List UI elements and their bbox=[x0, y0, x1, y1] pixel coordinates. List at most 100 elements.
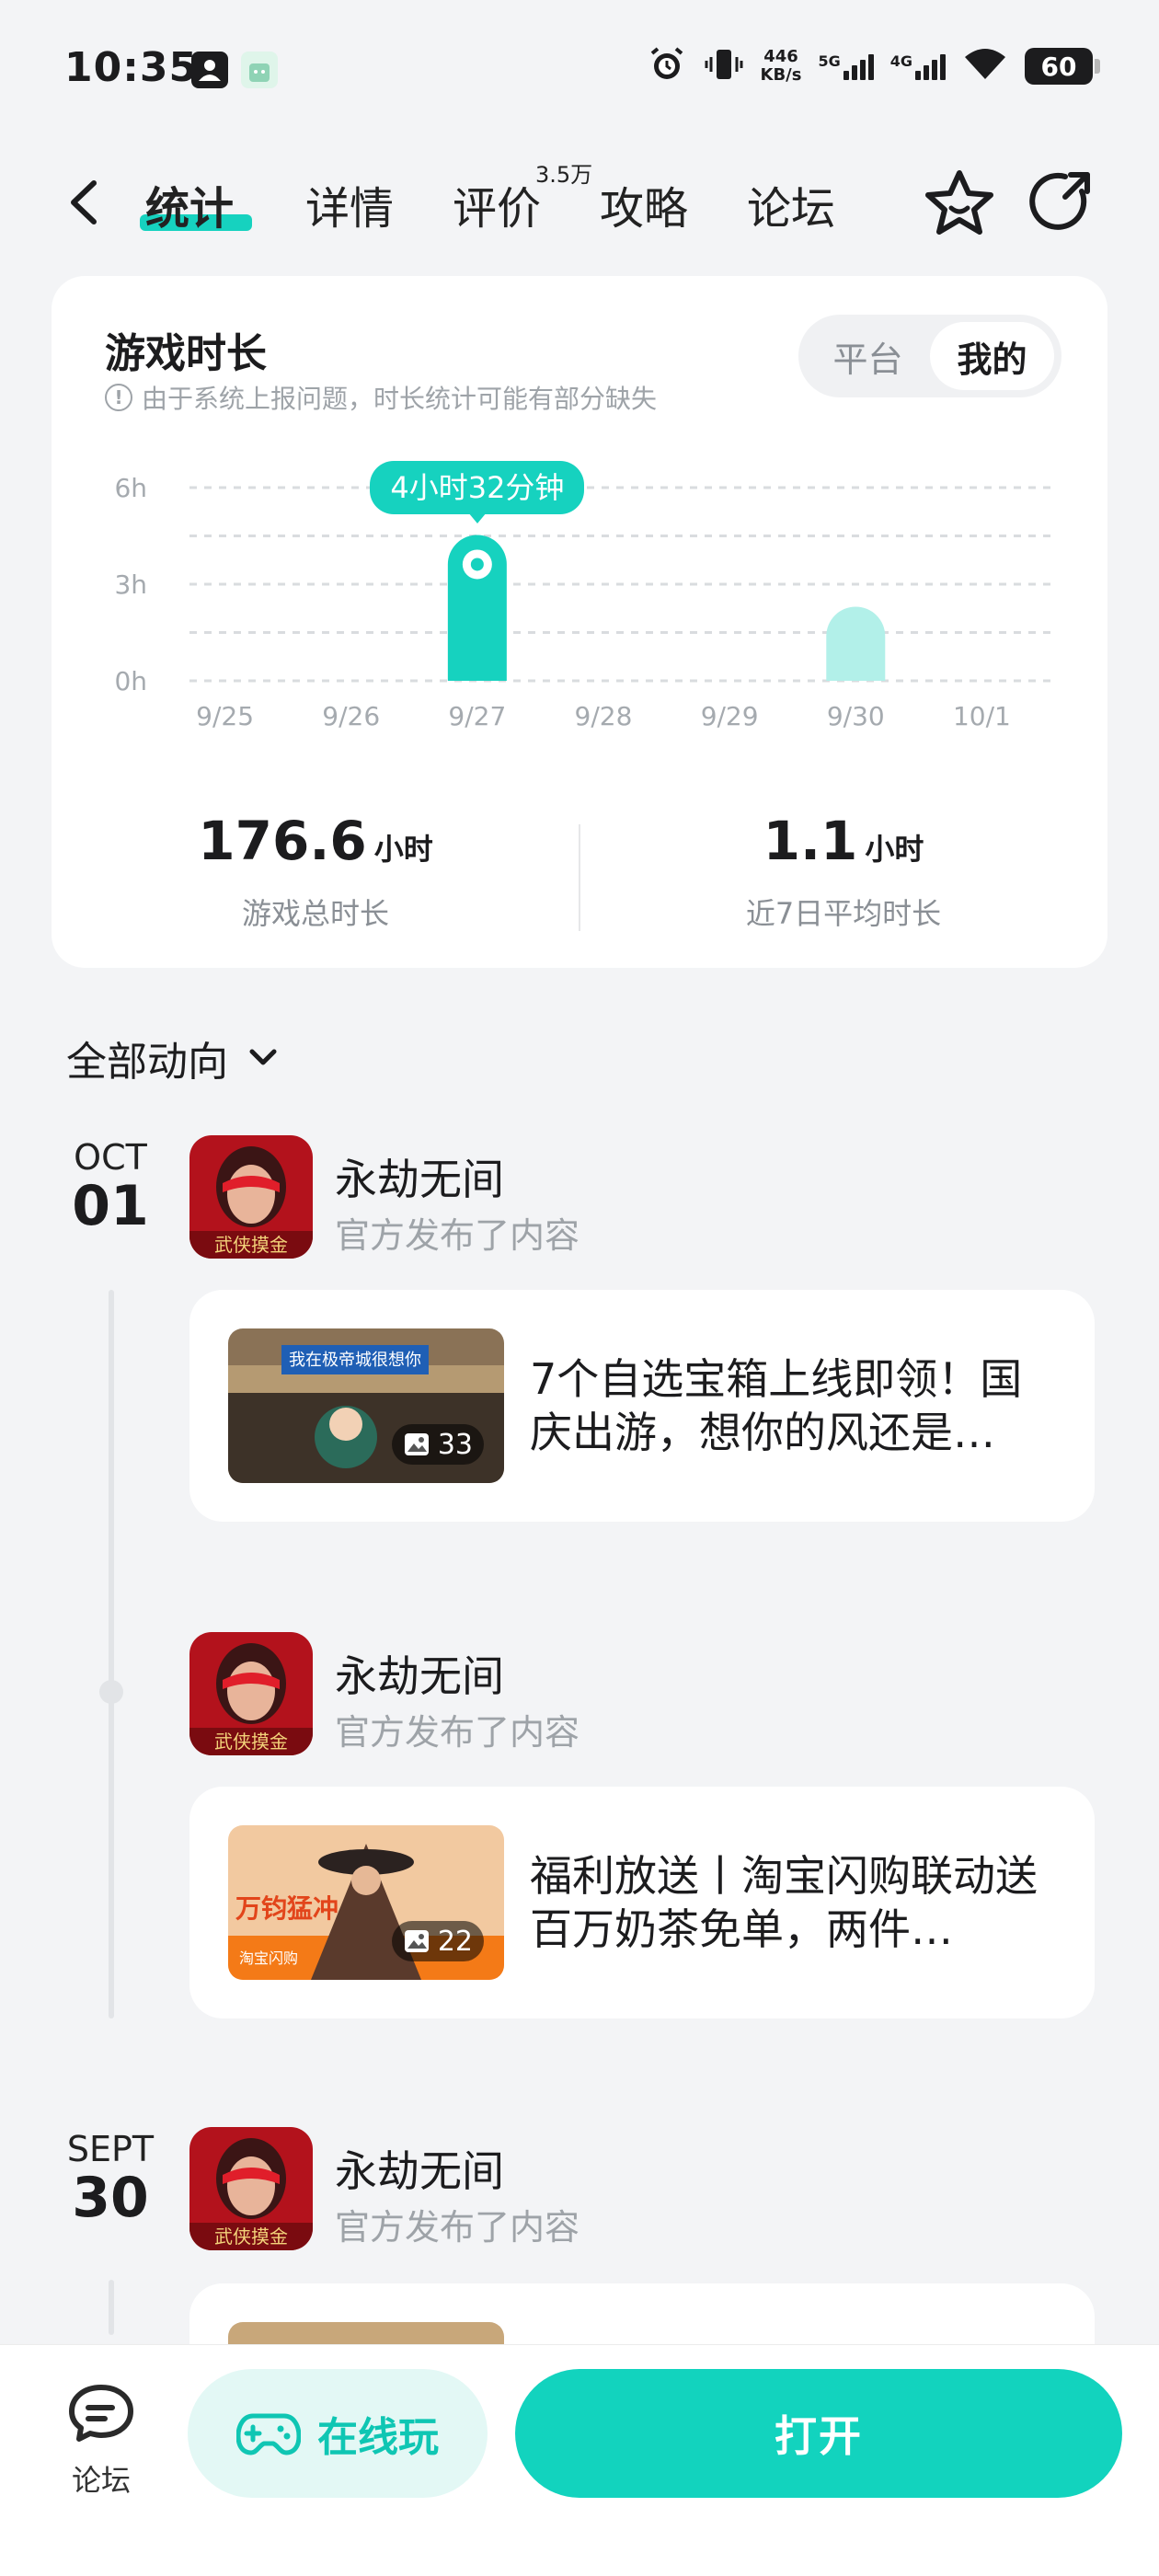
x-tick-label: 10/1 bbox=[953, 701, 1011, 731]
reviews-count-badge: 3.5万 bbox=[535, 162, 593, 188]
network-speed: 446 KB/s bbox=[761, 48, 802, 85]
x-tick-label: 9/27 bbox=[448, 701, 506, 731]
wifi-icon bbox=[962, 46, 1008, 86]
chart-highlight-tooltip: 4小时32分钟 bbox=[370, 461, 585, 524]
forum-button[interactable]: 论坛 bbox=[55, 2382, 147, 2498]
back-arrow-icon bbox=[71, 180, 97, 224]
tab-reviews[interactable]: 评价 bbox=[453, 172, 541, 236]
game-avatar: 武侠摸金 bbox=[189, 1632, 313, 1755]
info-icon: ! bbox=[105, 384, 132, 411]
image-count: 22 bbox=[437, 1925, 473, 1958]
tab-guides[interactable]: 攻略 bbox=[600, 172, 688, 236]
y-tick-label: 6h bbox=[114, 473, 147, 503]
tab-forum[interactable]: 论坛 bbox=[747, 172, 835, 236]
game-avatar: 武侠摸金 bbox=[189, 1135, 313, 1259]
x-tick-label: 9/25 bbox=[196, 701, 254, 731]
timeline-line bbox=[109, 1290, 114, 2018]
source-toggle: 平台 我的 bbox=[798, 315, 1061, 397]
back-button[interactable] bbox=[59, 170, 114, 235]
timeline-dot bbox=[99, 1680, 123, 1704]
total-playtime-unit: 小时 bbox=[373, 832, 433, 867]
timeline-date: OCT 01 bbox=[51, 1137, 170, 1238]
status-bar: 10:35 446 KB/s 5G 4G 60 bbox=[0, 0, 1159, 138]
sim1-type: 5G bbox=[818, 52, 841, 70]
chart-bar-marker-dot bbox=[470, 558, 484, 571]
forum-label: 论坛 bbox=[71, 2463, 131, 2498]
average-playtime-value: 1.1 bbox=[763, 810, 858, 872]
avatar-badge-text: 武侠摸金 bbox=[214, 1731, 288, 1753]
favorite-button[interactable] bbox=[920, 166, 999, 239]
vibrate-icon bbox=[704, 44, 744, 88]
timeline-date: SEPT 30 bbox=[51, 2129, 170, 2230]
image-count-badge: 22 bbox=[391, 1921, 484, 1961]
battery-icon: 60 bbox=[1025, 48, 1100, 85]
post-card[interactable]: 我在极帝城很想你 33 7个自选宝箱上线即领！国庆出游，想你的风还是… bbox=[189, 1290, 1095, 1522]
total-playtime-stat: 176.6 小时 游戏总时长 bbox=[52, 810, 580, 933]
post-action: 官方发布了内容 bbox=[335, 1215, 580, 1256]
image-icon bbox=[404, 1930, 429, 1952]
toggle-platform[interactable]: 平台 bbox=[806, 322, 930, 390]
tab-guides-label: 攻略 bbox=[600, 183, 689, 235]
average-playtime-unit: 小时 bbox=[865, 832, 924, 867]
post-header[interactable]: 武侠摸金 永劫无间 官方发布了内容 bbox=[189, 1135, 1017, 1259]
signal-sim2-icon: 4G bbox=[890, 52, 946, 80]
play-online-label: 在线玩 bbox=[317, 2414, 439, 2461]
post-text: 福利放送丨淘宝闪购联动送百万奶茶免单，两件… bbox=[530, 1851, 1038, 1954]
date-month: SEPT bbox=[66, 2129, 155, 2169]
total-playtime-label: 游戏总时长 bbox=[241, 896, 389, 931]
average-playtime-label: 近7日平均时长 bbox=[745, 896, 942, 931]
card-title: 游戏时长 bbox=[105, 330, 267, 377]
post-thumbnail: 万钧猛冲 淘宝闪购 22 bbox=[228, 1825, 504, 1980]
post-header[interactable]: 武侠摸金 永劫无间 官方发布了内容 bbox=[189, 1632, 1017, 1755]
playtime-chart: 0h 3h 6h 9/25 9/26 9/27 9/28 9/29 9/30 10/1 4小时32… bbox=[52, 460, 1107, 1067]
image-count: 33 bbox=[437, 1428, 473, 1461]
status-time: 10:35 bbox=[64, 44, 199, 91]
tab-stats-label: 统计 bbox=[145, 183, 235, 235]
feed-filter-dropdown[interactable]: 全部动向 bbox=[66, 1029, 281, 1087]
avatar-badge-text: 武侠摸金 bbox=[214, 1234, 288, 1256]
image-count-badge: 33 bbox=[391, 1424, 484, 1465]
timeline-line bbox=[109, 2280, 114, 2335]
game-avatar: 武侠摸金 bbox=[189, 2127, 313, 2250]
card-note-text: 由于系统上报问题，时长统计可能有部分缺失 bbox=[142, 384, 658, 414]
chart-bar[interactable] bbox=[826, 606, 886, 682]
date-month: OCT bbox=[74, 1137, 147, 1178]
status-indicators: 446 KB/s 5G 4G 60 bbox=[647, 44, 1100, 88]
post-card[interactable]: 万钧猛冲 淘宝闪购 22 福利放送丨淘宝闪购联动送百万奶茶免单，两件… bbox=[189, 1787, 1095, 2018]
y-tick-label: 0h bbox=[114, 666, 147, 696]
x-tick-label: 9/26 bbox=[322, 701, 380, 731]
tab-stats[interactable]: 统计 bbox=[145, 172, 234, 236]
total-playtime-value: 176.6 bbox=[198, 810, 367, 872]
date-day: 01 bbox=[72, 1174, 149, 1238]
post-author: 永劫无间 bbox=[335, 2146, 504, 2196]
sim2-type: 4G bbox=[889, 52, 912, 70]
alarm-icon bbox=[647, 44, 687, 88]
play-online-button[interactable]: 在线玩 bbox=[188, 2369, 488, 2498]
open-game-button[interactable]: 打开 bbox=[515, 2369, 1122, 2498]
card-note: ! 由于系统上报问题，时长统计可能有部分缺失 bbox=[105, 379, 657, 416]
post-action: 官方发布了内容 bbox=[335, 2207, 580, 2248]
thumbnail-brand: 淘宝闪购 bbox=[239, 1949, 298, 1967]
bottom-action-bar: 论坛 在线玩 打开 bbox=[0, 2344, 1159, 2576]
post-header[interactable]: 武侠摸金 永劫无间 官方发布了内容 bbox=[189, 2127, 1017, 2250]
thumbnail-caption: 万钧猛冲 bbox=[235, 1893, 339, 1924]
chevron-down-icon bbox=[249, 1049, 277, 1065]
share-button[interactable] bbox=[1028, 166, 1098, 239]
tab-details-label: 详情 bbox=[305, 183, 395, 235]
top-navigation: 统计 详情 评价 3.5万 攻略 论坛 bbox=[0, 138, 1159, 267]
date-day: 30 bbox=[72, 2166, 149, 2230]
notification-app-icon bbox=[191, 52, 228, 88]
post-thumbnail: 我在极帝城很想你 33 bbox=[228, 1328, 504, 1483]
tab-details[interactable]: 详情 bbox=[305, 172, 394, 236]
x-tick-label: 9/30 bbox=[827, 701, 885, 731]
open-game-label: 打开 bbox=[775, 2411, 863, 2461]
post-text: 7个自选宝箱上线即领！国庆出游，想你的风还是… bbox=[530, 1354, 1023, 1457]
net-speed-value: 446 bbox=[763, 47, 798, 66]
post-action: 官方发布了内容 bbox=[335, 1712, 580, 1753]
toggle-mine[interactable]: 我的 bbox=[930, 322, 1054, 390]
post-author: 永劫无间 bbox=[335, 1155, 504, 1204]
playtime-card: 游戏时长 ! 由于系统上报问题，时长统计可能有部分缺失 平台 我的 0h 3h 6h… bbox=[52, 276, 1107, 968]
feed-filter-label: 全部动向 bbox=[66, 1039, 228, 1086]
star-icon bbox=[925, 170, 993, 235]
thumbnail-caption: 我在极帝城很想你 bbox=[289, 1351, 421, 1370]
